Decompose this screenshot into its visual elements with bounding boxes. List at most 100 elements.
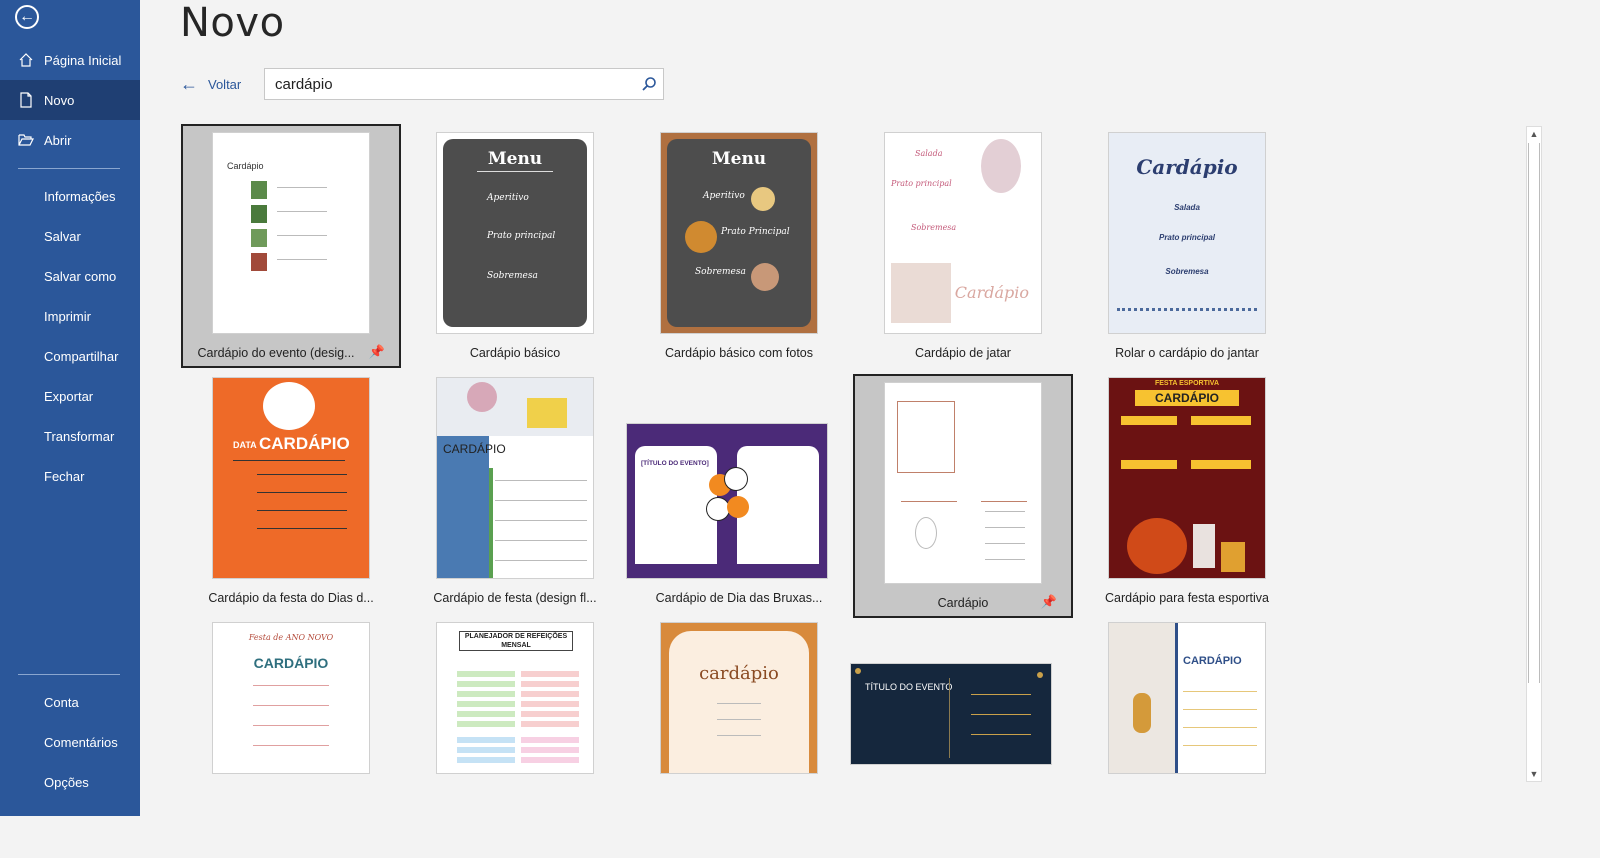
- template-card[interactable]: Menu Aperitivo Prato principal Sobremesa…: [405, 124, 625, 368]
- nav-transform-label: Transformar: [44, 428, 115, 444]
- template-thumbnail: Cardápio: [213, 133, 369, 333]
- template-label: Cardápio do evento (desig...: [197, 346, 355, 360]
- template-thumbnail: cardápio: [661, 623, 817, 773]
- backstage-sidebar: ← Página Inicial Novo Abrir Informações …: [0, 0, 140, 816]
- template-thumbnail: Menu Aperitivo Prato principal Sobremesa: [437, 133, 593, 333]
- search-icon[interactable]: [641, 76, 657, 92]
- nav-new-label: Novo: [44, 92, 75, 108]
- nav-close[interactable]: Fechar: [0, 456, 140, 496]
- thumb-item: Sobremesa: [911, 223, 957, 232]
- nav-save[interactable]: Salvar: [0, 216, 140, 256]
- template-thumbnail: [TÍTULO DO EVENTO]: [627, 424, 827, 578]
- template-label: Rolar o cardápio do jantar: [1115, 346, 1259, 360]
- nav-new[interactable]: Novo: [0, 80, 140, 120]
- template-thumbnail: [885, 383, 1041, 583]
- thumb-item: Aperitivo: [703, 191, 745, 201]
- template-card[interactable]: Cardápio 📌: [853, 374, 1073, 618]
- thumb-title: CARDÁPIO: [259, 434, 350, 453]
- nav-open-label: Abrir: [44, 132, 72, 148]
- thumb-title: Cardápio: [227, 161, 264, 171]
- new-document-icon: [20, 92, 32, 108]
- nav-divider: [18, 168, 120, 169]
- nav-account-label: Conta: [44, 694, 79, 710]
- template-label: Cardápio para festa esportiva: [1105, 591, 1269, 605]
- template-card[interactable]: DATA CARDÁPIO Cardápio da festa do Dias …: [181, 369, 401, 613]
- template-card[interactable]: Cardápio Salada Prato principal Sobremes…: [1077, 124, 1297, 368]
- scroll-up-icon[interactable]: ▲: [1527, 127, 1541, 141]
- thumb-item: Salada: [1174, 203, 1200, 212]
- search-box[interactable]: [264, 68, 664, 100]
- template-card[interactable]: [TÍTULO DO EVENTO] Cardápio de Dia das B…: [627, 369, 849, 613]
- nav-feedback[interactable]: Comentários: [0, 722, 140, 762]
- template-card[interactable]: PLANEJADOR DE REFEIÇÕES MENSAL: [405, 614, 625, 858]
- template-thumbnail: DATA CARDÁPIO: [213, 378, 369, 578]
- vertical-scrollbar[interactable]: ▲ ▼: [1526, 126, 1542, 782]
- thumb-title: CARDÁPIO: [443, 442, 506, 456]
- template-thumbnail: Cardápio Salada Prato principal Sobremes…: [1109, 133, 1265, 333]
- search-input[interactable]: [273, 75, 627, 94]
- thumb-title: CARDÁPIO: [1135, 390, 1239, 406]
- nav-print-label: Imprimir: [44, 308, 91, 324]
- thumb-sub: Festa de ANO NOVO: [248, 633, 334, 642]
- template-thumbnail: Festa de ANO NOVO CARDÁPIO: [213, 623, 369, 773]
- template-label: Cardápio básico com fotos: [665, 346, 813, 360]
- template-card[interactable]: Menu Aperitivo Prato Principal Sobremesa…: [629, 124, 849, 368]
- nav-home-label: Página Inicial: [44, 52, 122, 68]
- template-label: Cardápio de jatar: [915, 346, 1011, 360]
- thumb-title: [TÍTULO DO EVENTO]: [641, 460, 709, 467]
- template-thumbnail: FESTA ESPORTIVA CARDÁPIO: [1109, 378, 1265, 578]
- nav-print[interactable]: Imprimir: [0, 296, 140, 336]
- nav-save-as[interactable]: Salvar como: [0, 256, 140, 296]
- nav-open[interactable]: Abrir: [0, 120, 140, 160]
- template-card[interactable]: CARDÁPIO: [1077, 614, 1297, 858]
- template-card[interactable]: TÍTULO DO EVENTO: [851, 614, 1073, 858]
- thumb-title: PLANEJADOR DE REFEIÇÕES MENSAL: [459, 631, 573, 651]
- nav-export-label: Exportar: [44, 388, 94, 404]
- thumb-title: CARDÁPIO: [1183, 655, 1242, 667]
- nav-close-label: Fechar: [44, 468, 85, 484]
- template-card[interactable]: Festa de ANO NOVO CARDÁPIO: [181, 614, 401, 858]
- nav-share[interactable]: Compartilhar: [0, 336, 140, 376]
- thumb-item: Prato principal: [891, 179, 952, 188]
- back-arrow-icon[interactable]: ←: [15, 5, 39, 29]
- template-thumbnail: CARDÁPIO: [437, 378, 593, 578]
- nav-transform[interactable]: Transformar: [0, 416, 140, 456]
- nav-divider: [18, 674, 120, 675]
- thumb-title: Cardápio: [1136, 155, 1238, 179]
- nav-info-label: Informações: [44, 188, 116, 204]
- template-card[interactable]: FESTA ESPORTIVA CARDÁPIO Cardápio para f…: [1077, 369, 1297, 613]
- thumb-item: Salada: [915, 149, 943, 158]
- nav-home[interactable]: Página Inicial: [0, 40, 140, 80]
- nav-info[interactable]: Informações: [0, 176, 140, 216]
- template-label: Cardápio de festa (design fl...: [433, 591, 597, 605]
- template-label: Cardápio básico: [469, 346, 561, 360]
- template-label: Cardápio de Dia das Bruxas...: [655, 591, 823, 605]
- thumb-item: Sobremesa: [1165, 267, 1209, 276]
- pin-icon[interactable]: 📌: [369, 344, 385, 360]
- template-thumbnail: CARDÁPIO: [1109, 623, 1265, 773]
- back-link[interactable]: ← Voltar: [180, 74, 241, 95]
- thumb-item: Prato principal: [1158, 233, 1215, 242]
- template-thumbnail: Salada Prato principal Sobremesa Cardápi…: [885, 133, 1041, 333]
- nav-account[interactable]: Conta: [0, 682, 140, 722]
- template-card[interactable]: cardápio: [629, 614, 849, 858]
- nav-export[interactable]: Exportar: [0, 376, 140, 416]
- page-title: Novo: [180, 0, 285, 46]
- thumb-title: CARDÁPIO: [253, 655, 329, 671]
- nav-options-label: Opções: [44, 774, 89, 790]
- thumb-item: Prato Principal: [721, 227, 790, 237]
- scroll-thumb[interactable]: [1528, 143, 1540, 683]
- template-card[interactable]: Cardápio Cardápio do evento (desig... 📌: [181, 124, 401, 368]
- scroll-down-icon[interactable]: ▼: [1527, 767, 1541, 781]
- back-link-label: Voltar: [208, 77, 242, 92]
- nav-options[interactable]: Opções: [0, 762, 140, 802]
- thumb-item: Sobremesa: [487, 271, 538, 281]
- template-card[interactable]: Salada Prato principal Sobremesa Cardápi…: [853, 124, 1073, 368]
- thumb-item: Sobremesa: [695, 267, 746, 277]
- template-label: Cardápio da festa do Dias d...: [208, 591, 374, 605]
- home-icon: [19, 53, 33, 67]
- pin-icon[interactable]: 📌: [1041, 594, 1057, 610]
- template-card[interactable]: CARDÁPIO Cardápio de festa (design fl...: [405, 369, 625, 613]
- thumb-title: cardápio: [699, 663, 779, 684]
- thumb-title: Cardápio: [954, 283, 1029, 302]
